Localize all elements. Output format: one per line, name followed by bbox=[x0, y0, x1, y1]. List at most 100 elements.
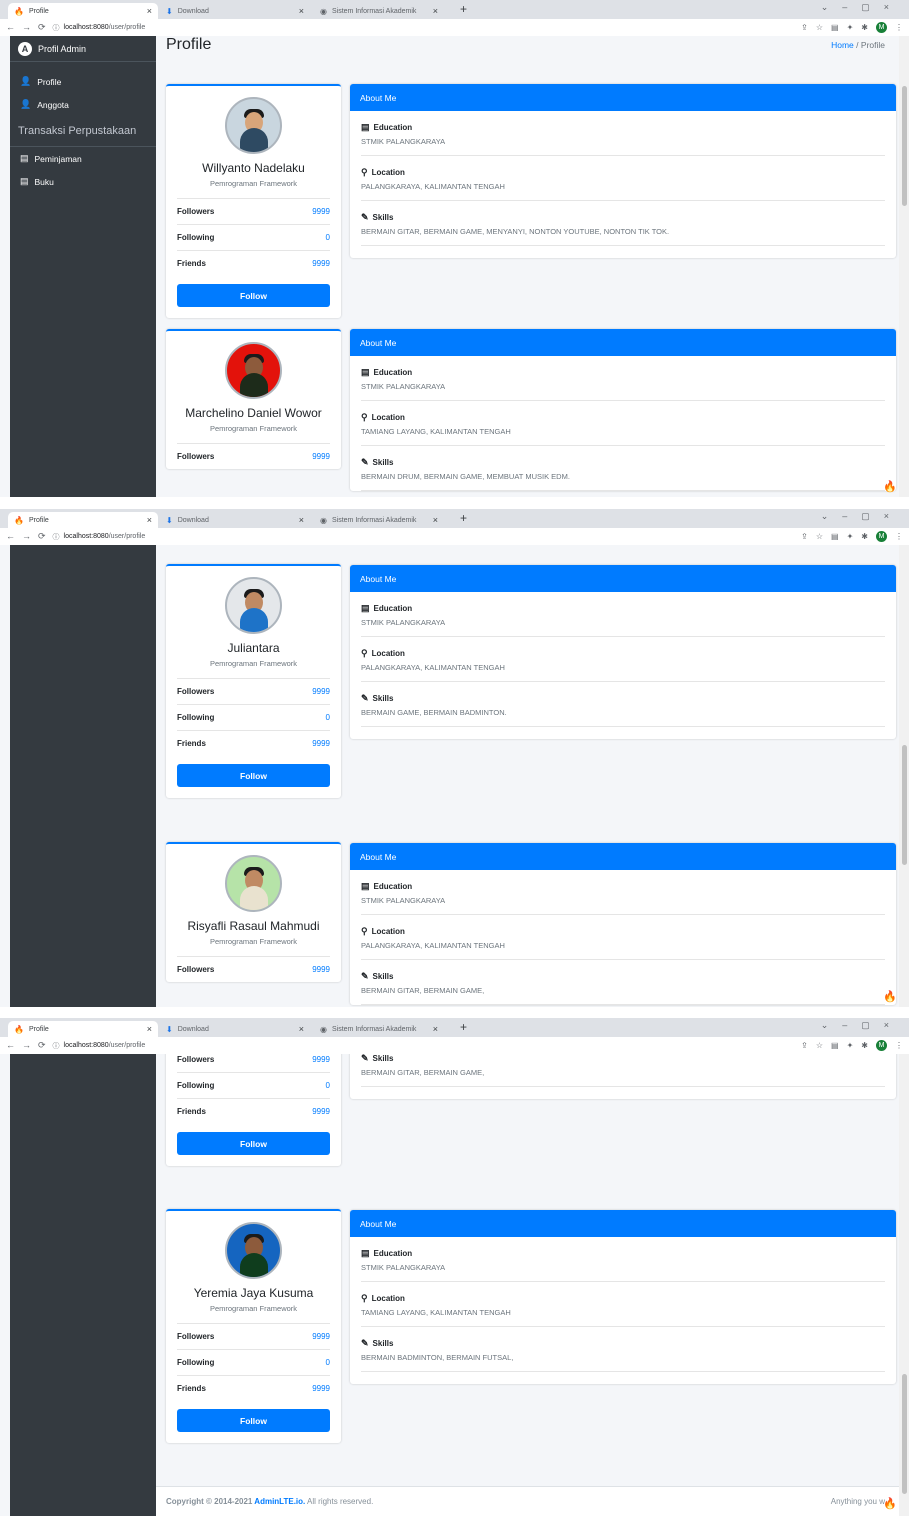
nav-buttons[interactable]: ←→⟳ bbox=[6, 531, 53, 542]
tab-label: Sistem Informasi Akademik bbox=[331, 516, 417, 524]
tab-siakad[interactable]: ◉ Sistem Informasi Akademik × bbox=[314, 3, 444, 19]
flame-icon[interactable]: 🔥 bbox=[883, 990, 897, 1003]
profile-stats: Followers 9999 Following 0 Friends 9999 bbox=[177, 1054, 330, 1124]
close-icon[interactable]: × bbox=[433, 515, 438, 525]
share-icon[interactable]: ⇪ bbox=[801, 1041, 808, 1050]
about-card: About Me ▤ Education STMIK PALANGKARAYA ⚲ L… bbox=[350, 329, 896, 491]
extension-icon[interactable]: ✦ bbox=[847, 1041, 854, 1050]
address-bar[interactable]: ←→⟳ ⓘ localhost:8080/user/profile ⇪ ☆ ▤ ✦ ✱ M… bbox=[0, 528, 909, 545]
close-icon[interactable]: × bbox=[299, 6, 304, 16]
about-header: About Me bbox=[350, 1210, 896, 1237]
map-marker-icon: ⚲ bbox=[361, 926, 368, 936]
address-bar[interactable]: ←→⟳ ⓘ localhost:8080/user/profile ⇪ ☆ ▤ ✦ ✱ M… bbox=[0, 1037, 909, 1054]
skills-section: ✎ Skills BERMAIN GITAR, BERMAIN GAME, MENY… bbox=[361, 201, 885, 246]
tab-download[interactable]: ⬇ Download × bbox=[160, 3, 310, 19]
breadcrumb-home[interactable]: Home bbox=[831, 40, 854, 50]
profile-photo bbox=[225, 577, 282, 634]
address-bar[interactable]: ←→⟳ ⓘ localhost:8080/user/profile ⇪ ☆ ▤ ✦ ✱ M… bbox=[0, 19, 909, 36]
follow-button[interactable]: Follow bbox=[177, 1132, 330, 1155]
share-icon[interactable]: ⇪ bbox=[801, 23, 808, 32]
close-icon[interactable]: × bbox=[433, 6, 438, 16]
window-controls[interactable]: ⌄–▢× bbox=[821, 1020, 903, 1031]
flame-icon[interactable]: 🔥 bbox=[883, 1497, 897, 1510]
follow-button[interactable]: Follow bbox=[177, 1409, 330, 1432]
tab-siakad[interactable]: ◉ Sistem Informasi Akademik × bbox=[314, 512, 444, 528]
share-icon[interactable]: ⇪ bbox=[801, 532, 808, 541]
window-controls[interactable]: ⌄–▢× bbox=[821, 2, 903, 13]
nav-buttons[interactable]: ←→⟳ bbox=[6, 22, 53, 33]
sidebar-item-anggota[interactable]: 👤 Anggota bbox=[10, 93, 156, 116]
star-icon[interactable]: ☆ bbox=[816, 1041, 823, 1050]
about-card: About Me ▤ Education STMIK PALANGKARAYA ⚲ L… bbox=[350, 565, 896, 739]
close-icon[interactable]: × bbox=[299, 515, 304, 525]
footer-brand-link[interactable]: AdminLTE.io. bbox=[254, 1497, 305, 1506]
follow-button[interactable]: Follow bbox=[177, 764, 330, 787]
location-section: ⚲ Location PALANGKARAYA, KALIMANTAN TENGAH bbox=[361, 156, 885, 201]
scrollbar-thumb[interactable] bbox=[902, 86, 907, 206]
menu-icon[interactable]: ⋮ bbox=[895, 23, 903, 32]
puzzle-icon[interactable]: ✱ bbox=[861, 1041, 868, 1050]
window-controls[interactable]: ⌄–▢× bbox=[821, 511, 903, 522]
new-tab-button[interactable]: + bbox=[460, 1020, 467, 1034]
reading-list-icon[interactable]: ▤ bbox=[831, 1041, 839, 1050]
tab-profile[interactable]: 🔥 Profile × bbox=[8, 3, 158, 19]
close-icon[interactable]: × bbox=[433, 1024, 438, 1034]
tab-label: Download bbox=[177, 516, 209, 524]
profile-name: Marchelino Daniel Wowor bbox=[185, 406, 322, 420]
profile-avatar[interactable]: M bbox=[876, 1040, 887, 1051]
star-icon[interactable]: ☆ bbox=[816, 532, 823, 541]
reading-list-icon[interactable]: ▤ bbox=[831, 532, 839, 541]
download-icon: ⬇ bbox=[166, 515, 173, 525]
new-tab-button[interactable]: + bbox=[460, 2, 467, 16]
nav-buttons[interactable]: ←→⟳ bbox=[6, 1040, 53, 1051]
follow-button[interactable]: Follow bbox=[177, 284, 330, 307]
about-header: About Me bbox=[350, 84, 896, 111]
sidebar-item-peminjaman[interactable]: ▤ Peminjaman bbox=[10, 147, 156, 170]
menu-icon[interactable]: ⋮ bbox=[895, 532, 903, 541]
tab-download[interactable]: ⬇ Download × bbox=[160, 1021, 310, 1037]
close-icon[interactable]: × bbox=[147, 1024, 152, 1034]
profile-avatar[interactable]: M bbox=[876, 531, 887, 542]
scrollbar-thumb[interactable] bbox=[902, 1374, 907, 1494]
tab-profile[interactable]: 🔥 Profile × bbox=[8, 1021, 158, 1037]
scrollbar[interactable] bbox=[899, 1054, 909, 1516]
close-icon[interactable]: × bbox=[147, 515, 152, 525]
url-text[interactable]: localhost:8080/user/profile bbox=[64, 24, 146, 31]
profile-role: Pemrograman Framework bbox=[209, 1304, 298, 1313]
page-viewport: Followers 9999 Following 0 Friends 9999 Fol… bbox=[0, 1054, 909, 1516]
close-icon[interactable]: × bbox=[299, 1024, 304, 1034]
sidebar-item-profile[interactable]: 👤 Profile bbox=[10, 70, 156, 93]
profile-stats: Followers 9999 bbox=[177, 443, 330, 469]
extension-icon[interactable]: ✦ bbox=[847, 23, 854, 32]
profile-card: Yeremia Jaya Kusuma Pemrograman Framewor… bbox=[166, 1209, 341, 1443]
sidebar-item-buku[interactable]: ▤ Buku bbox=[10, 170, 156, 193]
tab-siakad[interactable]: ◉ Sistem Informasi Akademik × bbox=[314, 1021, 444, 1037]
extension-icon[interactable]: ✦ bbox=[847, 532, 854, 541]
brand-link[interactable]: A Profil Admin bbox=[10, 36, 156, 62]
info-icon: ⓘ bbox=[52, 1042, 60, 1050]
profile-card: Willyanto Nadelaku Pemrograman Framework… bbox=[166, 84, 341, 318]
scrollbar-thumb[interactable] bbox=[902, 745, 907, 865]
scrollbar[interactable] bbox=[899, 36, 909, 497]
profile-role: Pemrograman Framework bbox=[209, 424, 298, 433]
puzzle-icon[interactable]: ✱ bbox=[861, 23, 868, 32]
puzzle-icon[interactable]: ✱ bbox=[861, 532, 868, 541]
tab-profile[interactable]: 🔥 Profile × bbox=[8, 512, 158, 528]
url-text[interactable]: localhost:8080/user/profile bbox=[64, 1042, 146, 1049]
flame-icon[interactable]: 🔥 bbox=[883, 480, 897, 493]
stat-followers: Followers 9999 bbox=[177, 1323, 330, 1349]
star-icon[interactable]: ☆ bbox=[816, 23, 823, 32]
new-tab-button[interactable]: + bbox=[460, 511, 467, 525]
profile-name: Risyafli Rasaul Mahmudi bbox=[187, 919, 320, 933]
about-card: ✎ Skills BERMAIN GITAR, BERMAIN GAME, bbox=[350, 1054, 896, 1099]
menu-icon[interactable]: ⋮ bbox=[895, 1041, 903, 1050]
reading-list-icon[interactable]: ▤ bbox=[831, 23, 839, 32]
close-icon[interactable]: × bbox=[147, 6, 152, 16]
footer-right-text: Anything you w bbox=[830, 1497, 885, 1506]
scrollbar[interactable] bbox=[899, 545, 909, 1007]
profile-avatar[interactable]: M bbox=[876, 22, 887, 33]
sidebar-item-label: Peminjaman bbox=[34, 153, 82, 164]
tab-download[interactable]: ⬇ Download × bbox=[160, 512, 310, 528]
stat-followers: Followers 9999 bbox=[177, 956, 330, 982]
url-text[interactable]: localhost:8080/user/profile bbox=[64, 533, 146, 540]
